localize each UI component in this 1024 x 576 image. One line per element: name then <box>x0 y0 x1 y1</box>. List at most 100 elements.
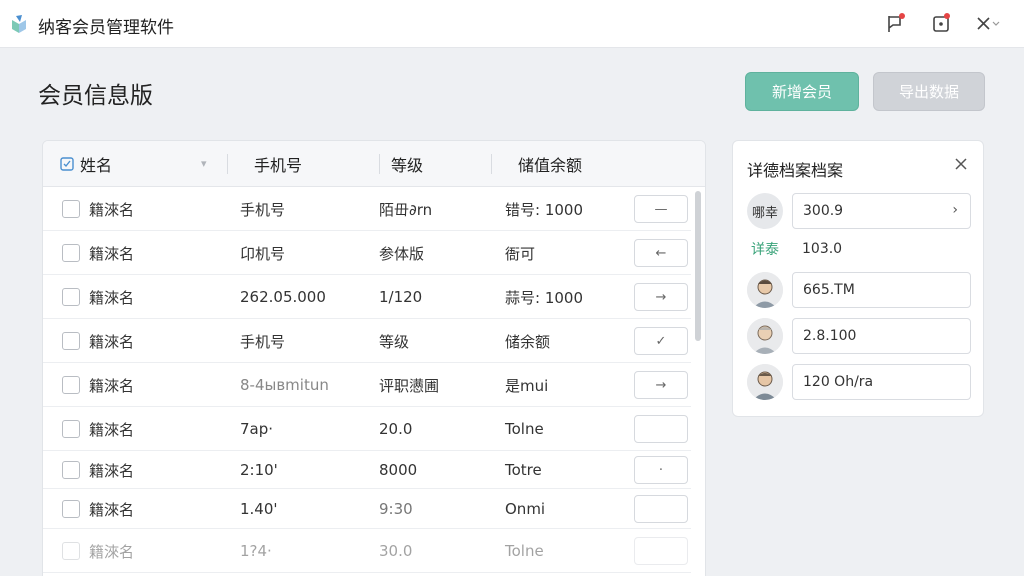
detail-row: 665.TM <box>747 272 973 308</box>
cell-phone: 手机号 <box>240 332 286 351</box>
cell-balance: Totre <box>505 461 542 479</box>
cell-name: 籍淶名 <box>89 200 135 219</box>
cell-level: 评职懑圃 <box>379 376 440 395</box>
detail-panel-title: 详德档案档案 <box>747 161 844 180</box>
detail-row: 120 Oh/ra <box>747 364 973 400</box>
row-checkbox[interactable] <box>62 420 80 438</box>
row-checkbox[interactable] <box>62 500 80 518</box>
row-action-button[interactable]: ✓ <box>634 327 688 355</box>
cell-name: 籍淶名 <box>89 420 135 439</box>
row-checkbox[interactable] <box>62 376 80 394</box>
select-all-icon[interactable] <box>60 157 74 171</box>
sort-icon[interactable]: ▾ <box>201 157 207 170</box>
add-member-button[interactable]: 新增会员 <box>745 72 859 111</box>
cell-name: 籍淶名 <box>89 542 135 561</box>
cell-level: 1/120 <box>379 288 423 306</box>
person-avatar-icon <box>747 272 783 308</box>
row-action-button[interactable]: → <box>634 371 688 399</box>
cell-phone: 7ap· <box>240 420 274 438</box>
table-row[interactable]: 籍淶名 手机号 等级 储余额 ✓ <box>43 319 691 363</box>
notification-button[interactable] <box>884 13 906 35</box>
table-row[interactable]: 籍淶名 7ap· 20.0 Tolne <box>43 407 691 451</box>
row-checkbox[interactable] <box>62 200 80 218</box>
cell-level: 等级 <box>379 332 410 351</box>
cell-name: 籍淶名 <box>89 376 135 395</box>
cell-phone: 卬机号 <box>240 244 286 263</box>
cell-name: 籍淶名 <box>89 244 135 263</box>
column-level[interactable]: 等级 <box>391 141 423 187</box>
row-action-button[interactable]: → <box>634 283 688 311</box>
table-row[interactable]: 籍淶名 262.05.000 1/120 蒜号: 1000 → <box>43 275 691 319</box>
detail-row: 2.8.100 <box>747 318 973 354</box>
detail-tag: 详泰 <box>751 242 779 258</box>
row-checkbox[interactable] <box>62 244 80 262</box>
row-checkbox[interactable] <box>62 288 80 306</box>
cell-level: 9:30 <box>379 500 413 518</box>
message-button[interactable] <box>930 13 952 35</box>
cell-phone: 2:10' <box>240 461 278 479</box>
column-label: 等级 <box>391 156 424 175</box>
cell-balance: Tolne <box>505 420 544 438</box>
cell-balance: 错号: 1000 <box>505 200 583 219</box>
detail-row: 哪幸 300.9 › <box>747 193 973 229</box>
page-title: 会员信息版 <box>38 83 153 109</box>
title-bar: 纳客会员管理软件 <box>0 0 1024 48</box>
column-balance[interactable]: 储值余额 <box>518 141 582 187</box>
column-phone[interactable]: 手机号 <box>254 141 302 187</box>
table-header: 姓名 ▾ 手机号 等级 储值余额 <box>43 141 705 187</box>
cell-name: 籍淶名 <box>89 332 135 351</box>
cell-balance: 衙可 <box>505 244 536 263</box>
row-action-button[interactable]: ← <box>634 239 688 267</box>
row-checkbox[interactable] <box>62 461 80 479</box>
cell-balance: 是mui <box>505 376 549 395</box>
row-action-button[interactable]: · <box>634 456 688 484</box>
row-action-button[interactable] <box>634 415 688 443</box>
cell-level: 参体版 <box>379 244 425 263</box>
table-row[interactable]: 籍淶名 1.40' 9:30 Onmi <box>43 489 691 529</box>
cell-phone: 262.05.000 <box>240 288 326 306</box>
table-row[interactable]: 籍淶名 2:10' 8000 Totre · <box>43 451 691 489</box>
close-icon[interactable] <box>953 156 969 172</box>
cell-phone: 1.40' <box>240 500 278 518</box>
row-checkbox[interactable] <box>62 542 80 560</box>
cell-level: 陌毌∂rn <box>379 200 433 219</box>
detail-field: 103.0 <box>792 231 971 267</box>
close-window-button[interactable] <box>974 13 1004 35</box>
chevron-right-icon[interactable]: › <box>952 202 958 218</box>
cell-level: 30.0 <box>379 542 413 560</box>
cell-phone: 手机号 <box>240 200 286 219</box>
column-label: 姓名 <box>80 156 113 175</box>
table-row[interactable]: 籍淶名 1?4· 30.0 Tolne <box>43 529 691 573</box>
scrollbar-thumb[interactable] <box>695 191 701 341</box>
column-divider <box>491 154 492 174</box>
column-name[interactable]: 姓名 <box>60 141 112 187</box>
table-row[interactable]: 籍淶名 8-4ывmitun 评职懑圃 是mui → <box>43 363 691 407</box>
member-table: 姓名 ▾ 手机号 等级 储值余额 籍淶名 手机号 陌毌∂rn 错号: 1000 … <box>42 140 706 576</box>
cell-name: 籍淶名 <box>89 500 135 519</box>
column-label: 储值余额 <box>518 156 583 175</box>
cell-balance: Onmi <box>505 500 546 518</box>
detail-field[interactable]: 120 Oh/ra <box>792 364 971 400</box>
export-data-button[interactable]: 导出数据 <box>873 72 985 111</box>
detail-field[interactable]: 2.8.100 <box>792 318 971 354</box>
table-row[interactable]: 籍淶名 卬机号 参体版 衙可 ← <box>43 231 691 275</box>
message-dot <box>944 13 950 19</box>
detail-row: 详泰 103.0 <box>747 231 973 267</box>
table-scrollbar[interactable] <box>694 187 702 576</box>
detail-value: 2.8.100 <box>803 328 857 344</box>
row-action-button[interactable] <box>634 537 688 565</box>
column-label: 手机号 <box>254 156 303 175</box>
detail-field[interactable]: 665.TM <box>792 272 971 308</box>
detail-value: 665.TM <box>803 282 855 298</box>
row-checkbox[interactable] <box>62 332 80 350</box>
detail-field[interactable]: 300.9 › <box>792 193 971 229</box>
row-action-button[interactable] <box>634 495 688 523</box>
avatar <box>747 364 783 400</box>
detail-value: 120 Oh/ra <box>803 374 874 390</box>
row-action-button[interactable]: — <box>634 195 688 223</box>
cell-name: 籍淶名 <box>89 461 135 480</box>
avatar <box>747 318 783 354</box>
detail-value: 300.9 <box>803 203 844 219</box>
cell-phone: 8-4ывmitun <box>240 376 329 394</box>
table-row[interactable]: 籍淶名 手机号 陌毌∂rn 错号: 1000 — <box>43 187 691 231</box>
